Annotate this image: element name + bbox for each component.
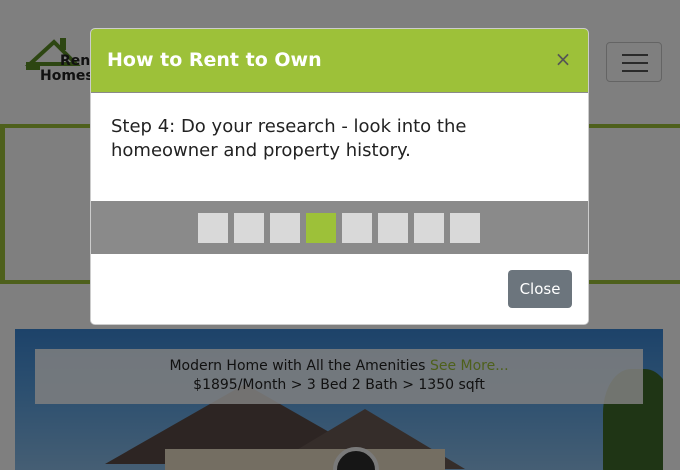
step-dot-4[interactable] <box>306 213 336 243</box>
modal-body: Step 4: Do your research - look into the… <box>91 92 588 202</box>
step-dot-3[interactable] <box>270 213 300 243</box>
step-dot-7[interactable] <box>414 213 444 243</box>
step-dot-5[interactable] <box>342 213 372 243</box>
rent-to-own-modal: How to Rent to Own × Step 4: Do your res… <box>90 28 589 325</box>
close-button[interactable]: Close <box>508 270 572 308</box>
modal-title: How to Rent to Own <box>107 49 322 71</box>
step-dot-2[interactable] <box>234 213 264 243</box>
modal-footer: Close <box>91 254 588 324</box>
step-description: Step 4: Do your research - look into the… <box>111 116 467 161</box>
close-icon[interactable]: × <box>552 48 574 70</box>
step-dot-6[interactable] <box>378 213 408 243</box>
step-dots <box>198 213 480 243</box>
step-dot-8[interactable] <box>450 213 480 243</box>
step-indicator <box>91 202 588 254</box>
step-dot-1[interactable] <box>198 213 228 243</box>
modal-header: How to Rent to Own × <box>91 29 588 92</box>
